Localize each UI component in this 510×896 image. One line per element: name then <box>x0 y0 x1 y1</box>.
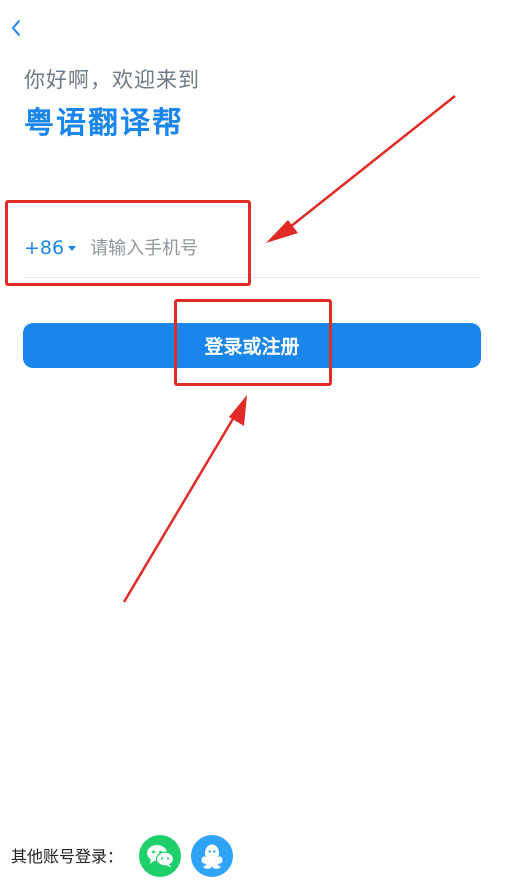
qq-login-button[interactable] <box>191 835 233 877</box>
other-login-label: 其他账号登录： <box>11 847 124 866</box>
wechat-login-button[interactable] <box>139 835 181 877</box>
wechat-icon <box>147 845 174 868</box>
qq-icon <box>201 844 223 869</box>
annotation-arrows <box>122 95 456 603</box>
